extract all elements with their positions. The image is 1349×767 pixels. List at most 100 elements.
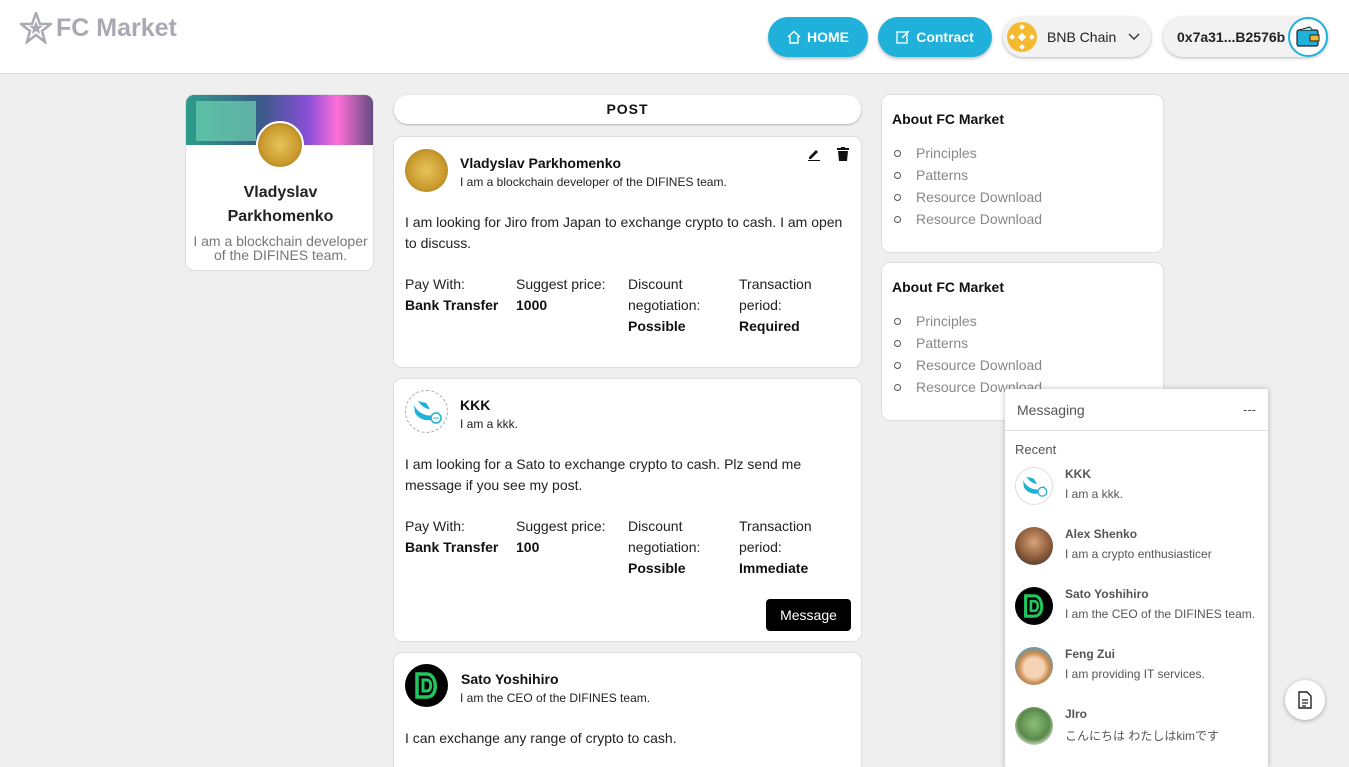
post-author-name[interactable]: KKK [460, 397, 490, 413]
trash-icon[interactable] [837, 147, 849, 161]
profile-name-line1: Vladyslav [243, 184, 318, 201]
difines-logo-icon [415, 672, 437, 699]
difines-logo-icon [1024, 594, 1044, 618]
profile-bio: I am a blockchain developer of the DIFIN… [193, 233, 368, 263]
price-field: Suggest price: 100 [516, 516, 626, 558]
home-label: HOME [807, 29, 849, 45]
post-author-avatar[interactable] [405, 664, 448, 707]
document-button[interactable] [1285, 680, 1325, 720]
period-label-2: period: [739, 297, 782, 313]
pay-with-label: Pay With: [405, 276, 465, 292]
discount-field: Discount negotiation: Possible [628, 274, 738, 337]
post-author-avatar[interactable] [405, 149, 448, 192]
post-author-bio: I am a blockchain developer of the DIFIN… [460, 175, 727, 189]
contract-button[interactable]: Contract [878, 17, 992, 57]
profile-name-line2: Parkhomenko [227, 208, 334, 225]
profile-avatar[interactable] [256, 121, 304, 169]
bird-icon [1023, 476, 1048, 497]
contact-item[interactable]: Feng Zui I am providing IT services. [1015, 641, 1265, 701]
contact-name: Feng Zui [1065, 647, 1115, 661]
contract-label: Contract [916, 29, 974, 45]
logo[interactable]: FC Market [20, 12, 177, 44]
discount-value: Possible [628, 318, 686, 334]
pay-with-value: Bank Transfer [405, 297, 499, 313]
period-field: Transaction period: Immediate [739, 516, 849, 579]
price-label: Suggest price: [516, 276, 606, 292]
bird-icon [414, 401, 442, 424]
wallet-icon [1288, 17, 1328, 57]
bnb-icon [1007, 22, 1037, 52]
post-text: I am looking for a Sato to exchange cryp… [405, 456, 802, 493]
period-label: Transaction [739, 518, 812, 534]
contact-name: Alex Shenko [1065, 527, 1138, 541]
app-title: FC Market [56, 13, 177, 42]
contact-name: KKK [1065, 467, 1091, 481]
post-card: KKK I am a kkk. I am looking for a Sato … [393, 378, 862, 642]
contact-status: I am the CEO of the DIFINES team. [1065, 607, 1256, 621]
chevron-down-icon [1128, 33, 1140, 40]
about-links: Principles Patterns Resource Download Re… [894, 142, 1042, 230]
document-icon [1298, 691, 1312, 709]
link-patterns[interactable]: Patterns [894, 164, 1042, 186]
post-card: Sato Yoshihiro I am the CEO of the DIFIN… [393, 652, 862, 767]
profile-name: Vladyslav Parkhomenko [186, 181, 373, 229]
messaging-header[interactable]: Messaging --- [1005, 389, 1268, 431]
feed-header: POST [394, 95, 861, 124]
top-header: FC Market HOME Contract BNB Chain 0x7a31… [0, 0, 1349, 74]
contact-status: I am providing IT services. [1065, 667, 1205, 681]
price-label: Suggest price: [516, 518, 606, 534]
pay-with-value: Bank Transfer [405, 539, 499, 555]
link-resource-download[interactable]: Resource Download [894, 354, 1042, 376]
messaging-panel: Messaging --- Recent KKK I am a kkk. Ale… [1005, 389, 1268, 767]
period-label-2: period: [739, 539, 782, 555]
post-author-name[interactable]: Vladyslav Parkhomenko [460, 155, 621, 171]
home-icon [787, 30, 801, 44]
chain-selector[interactable]: BNB Chain [1003, 17, 1151, 57]
discount-value: Possible [628, 560, 686, 576]
contact-avatar [1015, 527, 1053, 565]
contact-name: JIro [1065, 707, 1088, 721]
pencil-icon[interactable] [807, 147, 821, 161]
contact-item[interactable]: Alex Shenko I am a crypto enthusiasticer [1015, 521, 1265, 581]
contact-status: I am a kkk. [1065, 487, 1124, 501]
message-button[interactable]: Message [766, 599, 851, 631]
link-resource-download[interactable]: Resource Download [894, 186, 1042, 208]
link-resource-download[interactable]: Resource Download [894, 208, 1042, 230]
contact-name: Sato Yoshihiro [1065, 587, 1149, 601]
link-principles[interactable]: Principles [894, 142, 1042, 164]
price-value: 100 [516, 539, 540, 555]
home-button[interactable]: HOME [768, 17, 868, 57]
post-author-name[interactable]: Sato Yoshihiro [461, 671, 559, 687]
discount-label: Discount [628, 276, 683, 292]
wallet-address: 0x7a31...B2576b [1177, 29, 1286, 45]
contact-avatar [1015, 707, 1053, 745]
profile-card: Vladyslav Parkhomenko I am a blockchain … [185, 94, 374, 271]
messaging-title: Messaging [1017, 402, 1085, 418]
wallet-button[interactable]: 0x7a31...B2576b [1163, 17, 1328, 57]
pay-with-field: Pay With: Bank Transfer [405, 516, 515, 558]
recent-label: Recent [1015, 442, 1057, 457]
star-logo-icon [20, 12, 52, 44]
pay-with-label: Pay With: [405, 518, 465, 534]
post-author-avatar[interactable] [405, 390, 448, 433]
post-card: Vladyslav Parkhomenko I am a blockchain … [393, 136, 862, 368]
period-field: Transaction period: Required [739, 274, 849, 337]
period-value: Required [739, 318, 800, 334]
contact-item[interactable]: KKK I am a kkk. [1015, 461, 1265, 521]
chain-label: BNB Chain [1047, 29, 1117, 45]
negotiation-label: negotiation: [628, 297, 701, 313]
link-patterns[interactable]: Patterns [894, 332, 1042, 354]
price-value: 1000 [516, 297, 548, 313]
post-author-bio: I am the CEO of the DIFINES team. [460, 691, 651, 705]
contact-item[interactable]: JIro こんにちは わたしはkimです [1015, 701, 1265, 761]
post-text: I am looking for Jiro from Japan to exch… [405, 214, 843, 251]
minimize-button[interactable]: --- [1243, 402, 1256, 417]
negotiation-label: negotiation: [628, 539, 701, 555]
contact-item[interactable]: Sato Yoshihiro I am the CEO of the DIFIN… [1015, 581, 1265, 641]
discount-field: Discount negotiation: Possible [628, 516, 738, 579]
period-value: Immediate [739, 560, 809, 576]
contact-avatar [1015, 647, 1053, 685]
contact-status: こんにちは わたしはkimです [1065, 729, 1219, 743]
price-field: Suggest price: 1000 [516, 274, 626, 316]
link-principles[interactable]: Principles [894, 310, 1042, 332]
